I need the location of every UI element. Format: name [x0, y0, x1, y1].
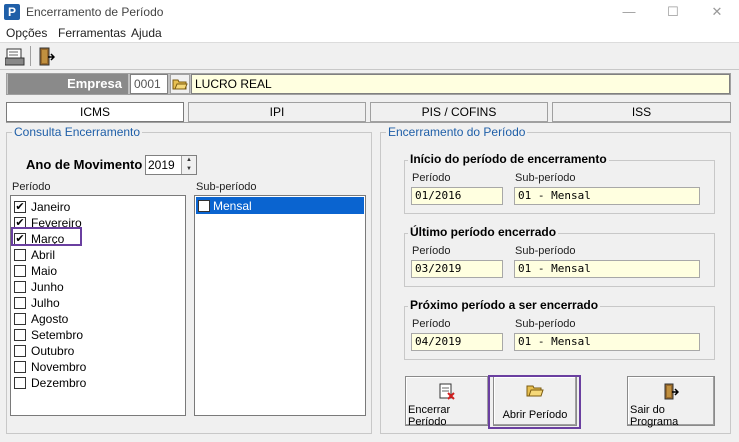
encerrar-label: Encerrar Período [408, 404, 451, 428]
empresa-code-input[interactable]: 0001 [130, 74, 168, 94]
maximize-button[interactable]: ☐ [651, 0, 695, 24]
month-item[interactable]: Setembro [14, 327, 182, 342]
tab-pis-cofins[interactable]: PIS / COFINS [370, 102, 548, 122]
ultimo-periodo-field: 03/2019 [411, 260, 503, 278]
spin-up-icon[interactable]: ▲ [181, 156, 196, 165]
ano-value: 2019 [148, 158, 175, 172]
toolbar-separator [30, 46, 31, 66]
window-title: Encerramento de Período [26, 5, 164, 19]
month-label: Setembro [31, 328, 84, 342]
subperiod-mensal-checkbox[interactable] [198, 200, 210, 212]
inicio-sub-label: Sub-período [515, 172, 576, 184]
proximo-periodo-field: 04/2019 [411, 333, 503, 351]
marco-highlight-frame [11, 227, 82, 246]
consulta-group-title: Consulta Encerramento [12, 125, 143, 139]
print-icon[interactable] [4, 46, 26, 68]
empresa-label: Empresa [8, 74, 128, 94]
tab-icms[interactable]: ICMS [6, 102, 184, 122]
month-checkbox[interactable] [14, 313, 26, 325]
month-item[interactable]: Julho [14, 295, 182, 310]
proximo-periodo-label: Período [412, 318, 451, 330]
ultimo-sub-label: Sub-período [515, 245, 576, 257]
month-item[interactable]: Novembro [14, 359, 182, 374]
inicio-periodo-label: Período [412, 172, 451, 184]
ultimo-title: Último período encerrado [408, 225, 559, 239]
month-label: Novembro [31, 360, 87, 374]
month-checkbox[interactable] [14, 329, 26, 341]
month-label: Junho [31, 280, 64, 294]
sair-label: Sair do Programa [630, 404, 679, 428]
ultimo-periodo-label: Período [412, 245, 451, 257]
month-checkbox[interactable] [14, 377, 26, 389]
abrir-highlight-frame [488, 375, 581, 429]
month-item[interactable]: ✔ Janeiro [14, 199, 182, 214]
toolbar [0, 42, 739, 70]
app-icon: P [4, 4, 20, 20]
encerramento-group-title: Encerramento do Período [386, 125, 528, 139]
month-label: Maio [31, 264, 58, 278]
month-label: Abril [31, 248, 56, 262]
empresa-name-field: LUCRO REAL [191, 74, 730, 94]
inicio-periodo-field: 01/2016 [411, 187, 503, 205]
month-label: Outubro [31, 344, 75, 358]
inicio-sub-field: 01 - Mensal [514, 187, 700, 205]
menu-ferramentas[interactable]: Ferramentas [58, 26, 126, 40]
encerrar-periodo-button[interactable]: Encerrar Período [405, 376, 489, 428]
periodo-label: Período [12, 181, 51, 193]
subperiodo-label: Sub-período [196, 181, 257, 193]
tab-ipi[interactable]: IPI [188, 102, 366, 122]
encerrar-icon [438, 383, 456, 404]
spin-down-icon[interactable]: ▼ [181, 165, 196, 174]
menu-opcoes[interactable]: Opções [6, 26, 47, 40]
month-item[interactable]: Agosto [14, 311, 182, 326]
inicio-title: Início do período de encerramento [408, 152, 609, 166]
minimize-button[interactable]: — [607, 0, 651, 24]
tab-underline [6, 122, 731, 123]
tab-iss[interactable]: ISS [552, 102, 731, 122]
subperiod-mensal-label: Mensal [213, 199, 252, 213]
month-item[interactable]: Dezembro [14, 375, 182, 390]
month-label: Julho [31, 296, 60, 310]
proximo-title: Próximo período a ser encerrado [408, 298, 601, 312]
month-item[interactable]: Maio [14, 263, 182, 278]
month-item[interactable]: Outubro [14, 343, 182, 358]
month-label: Janeiro [31, 200, 71, 214]
month-checkbox[interactable] [14, 265, 26, 277]
month-checkbox[interactable]: ✔ [14, 201, 26, 213]
month-label: Dezembro [31, 376, 87, 390]
sair-programa-button[interactable]: Sair do Programa [627, 376, 715, 428]
month-checkbox[interactable] [14, 345, 26, 357]
proximo-sub-label: Sub-período [515, 318, 576, 330]
sair-door-icon [663, 383, 680, 404]
exit-door-icon[interactable] [35, 46, 57, 68]
month-checkbox[interactable] [14, 281, 26, 293]
ano-label: Ano de Movimento [26, 157, 143, 172]
ultimo-sub-field: 01 - Mensal [514, 260, 700, 278]
close-button[interactable]: ✕ [695, 0, 739, 24]
proximo-sub-field: 01 - Mensal [514, 333, 700, 351]
month-item[interactable]: Abril [14, 247, 182, 262]
subperiod-list[interactable]: Mensal [194, 195, 366, 416]
month-checkbox[interactable] [14, 249, 26, 261]
month-label: Agosto [31, 312, 69, 326]
open-folder-icon[interactable] [170, 74, 190, 94]
month-checkbox[interactable] [14, 297, 26, 309]
menu-ajuda[interactable]: Ajuda [131, 26, 162, 40]
month-checkbox[interactable] [14, 361, 26, 373]
month-item[interactable]: Junho [14, 279, 182, 294]
